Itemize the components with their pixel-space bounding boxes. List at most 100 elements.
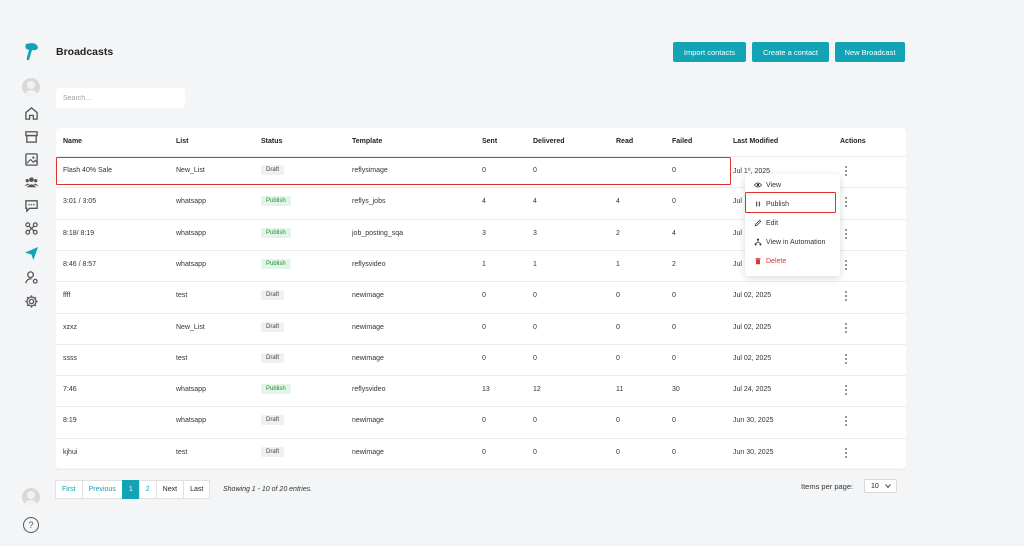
col-header-last-modified[interactable]: Last Modified (733, 138, 778, 145)
cell-name: 8:18/ 8:19 (63, 229, 95, 237)
row-actions-kebab-icon[interactable] (843, 353, 849, 364)
pencil-icon (754, 219, 762, 227)
gear-icon[interactable] (22, 292, 40, 310)
col-header-template[interactable]: Template (352, 138, 382, 145)
trash-icon (755, 257, 761, 265)
col-header-sent[interactable]: Sent (482, 138, 497, 145)
cell-list: test (176, 448, 188, 456)
cell-last-modified: Jun 30, 2025 (733, 417, 774, 425)
users-icon[interactable] (22, 173, 40, 191)
cell-last-modified: Jul (733, 260, 742, 268)
cell-failed: 0 (672, 292, 676, 300)
cell-failed: 2 (672, 260, 676, 268)
menu-item-delete[interactable]: Delete (754, 257, 786, 265)
chat-icon[interactable] (22, 196, 40, 214)
row-actions-kebab-icon[interactable] (843, 228, 849, 239)
cell-read: 2 (616, 229, 620, 237)
cell-failed: 0 (672, 417, 676, 425)
previous-page-button[interactable]: Previous (81, 480, 123, 499)
items-per-page-label: Items per page: (801, 482, 854, 491)
col-header-read[interactable]: Read (616, 138, 633, 145)
search-input[interactable] (56, 88, 185, 108)
cell-template: newimage (352, 448, 384, 456)
cell-read: 11 (616, 386, 624, 394)
create-contact-button[interactable]: Create a contact (752, 42, 829, 62)
cell-template: reflys_jobs (352, 198, 386, 206)
integrations-icon[interactable] (22, 219, 40, 237)
row-divider (56, 406, 906, 408)
row-actions-kebab-icon[interactable] (843, 197, 849, 208)
row-actions-kebab-icon[interactable] (843, 259, 849, 270)
row-actions-kebab-icon[interactable] (843, 322, 849, 333)
import-contacts-button[interactable]: Import contacts (673, 42, 746, 62)
cell-sent: 0 (482, 354, 486, 362)
page-2-button[interactable]: 2 (138, 480, 157, 499)
image-icon[interactable] (22, 150, 40, 168)
app-logo[interactable] (22, 42, 40, 62)
store-icon[interactable] (22, 127, 40, 145)
row-actions-kebab-icon[interactable] (843, 385, 849, 396)
row-divider (56, 375, 906, 377)
menu-item-edit[interactable]: Edit (754, 219, 778, 227)
cell-template: reflysvideo (352, 260, 386, 268)
menu-item-label: Edit (766, 219, 779, 227)
cell-last-modified: Jul (733, 229, 742, 237)
row-actions-kebab-icon[interactable] (843, 166, 849, 176)
cell-last-modified: Jul (733, 198, 742, 206)
row-actions-kebab-icon[interactable] (843, 447, 849, 458)
row-actions-kebab-icon[interactable] (843, 291, 849, 302)
help-button[interactable]: ? (23, 517, 39, 533)
col-header-status[interactable]: Status (261, 138, 282, 145)
cell-read: 0 (616, 292, 620, 300)
send-icon[interactable] (22, 244, 40, 262)
cell-failed: 30 (672, 386, 680, 394)
col-header-name[interactable]: Name (63, 138, 82, 145)
next-page-button[interactable]: Next (155, 480, 185, 499)
status-badge: Draft (261, 446, 285, 457)
status-badge: Draft (261, 290, 285, 301)
first-page-button[interactable]: First (55, 480, 83, 499)
pagination: First Previous 1 2 Next Last (55, 480, 211, 499)
page-title: Broadcasts (56, 46, 114, 58)
user-settings-icon[interactable] (22, 268, 40, 286)
row-actions-kebab-icon[interactable] (843, 416, 849, 427)
cell-list: whatsapp (176, 417, 206, 425)
cell-name: kjhui (63, 448, 78, 456)
home-icon[interactable] (22, 104, 40, 122)
col-header-failed[interactable]: Failed (672, 138, 692, 145)
cell-last-modified: Jul 02, 2025 (733, 323, 772, 331)
cell-delivered: 0 (533, 354, 537, 362)
cell-name: 3:01 / 3:05 (63, 198, 97, 206)
cell-failed: 4 (672, 229, 676, 237)
items-per-page-select[interactable]: 10 (864, 479, 897, 493)
menu-item-view-in-automation[interactable]: View in Automation (754, 238, 825, 246)
page-1-button[interactable]: 1 (121, 480, 140, 499)
new-broadcast-button[interactable]: New Broadcast (835, 42, 905, 62)
cell-failed: 0 (672, 323, 676, 331)
cell-name: 8:19 (63, 417, 77, 425)
cell-name: ssss (63, 354, 77, 362)
cell-list: whatsapp (176, 229, 206, 237)
last-page-button[interactable]: Last (183, 480, 211, 499)
cell-list: whatsapp (176, 386, 206, 394)
col-header-list[interactable]: List (176, 138, 188, 145)
items-per-page-value: 10 (871, 482, 879, 490)
menu-item-label: View (766, 181, 782, 189)
cell-sent: 0 (482, 323, 486, 331)
col-header-actions: Actions (840, 138, 866, 145)
cell-name: xzxz (63, 323, 77, 331)
row-divider (56, 281, 906, 283)
user-avatar[interactable] (22, 78, 40, 96)
cell-read: 0 (616, 354, 620, 362)
menu-item-view[interactable]: View (754, 181, 781, 189)
status-badge: Publish (261, 258, 291, 269)
cell-list: New_List (176, 323, 205, 331)
chevron-down-icon (885, 484, 891, 489)
status-badge: Publish (261, 384, 291, 395)
cell-template: newimage (352, 354, 384, 362)
status-badge: Draft (261, 415, 285, 426)
cell-sent: 13 (482, 386, 490, 394)
profile-avatar[interactable] (22, 488, 40, 506)
publish-highlight-box (745, 192, 836, 213)
col-header-delivered[interactable]: Delivered (533, 138, 565, 145)
